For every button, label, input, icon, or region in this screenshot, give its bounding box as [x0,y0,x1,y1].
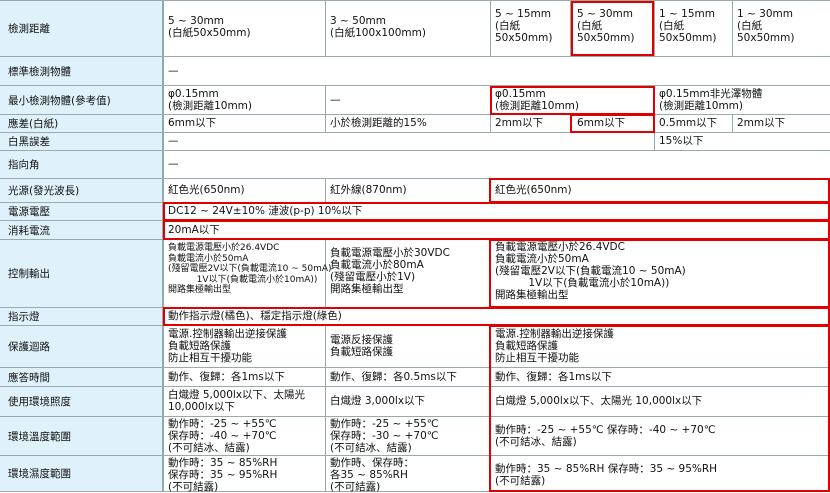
cell: 動作時：-25 ~ +55℃ 保存時：-30 ~ +70℃ (不可結冰、結露) [330,418,439,454]
cell: 2mm以下 [737,117,786,129]
cell: 3 ~ 50mm (白紙100x100mm) [330,15,426,39]
cell: 動作時：-25 ~ +55℃ 保存時：-40 ~ +70℃ (不可結冰、結露) [495,424,716,448]
cell: — [168,158,179,170]
row-label: 使用環境照度 [0,387,163,416]
cell: 5 ~ 30mm (白紙50x50mm) [168,15,251,39]
cell: 2mm以下 [495,117,544,129]
cell: 白熾燈 5,000lx以下、太陽光 10,000lx以下 [168,389,306,413]
cell: 0.5mm以下 [659,117,718,129]
row-label: 應答時間 [0,368,163,386]
cell: — [168,135,179,147]
cell: — [168,65,179,77]
row-label: 消耗電流 [0,221,163,239]
row-label: 檢測距離 [0,1,163,56]
cell: 15%以下 [659,135,704,147]
cell: — [330,94,341,106]
cell: 6mm以下 [577,117,626,129]
cell: 動作時：-25 ~ +55℃ 保存時：-40 ~ +70℃ (不可結冰、結露) [168,418,277,454]
cell: 1 ~ 30mm (白紙 50x50mm) [737,8,795,44]
row-label: 控制輸出 [0,240,163,307]
cell: 6mm以下 [168,117,217,129]
cell: 動作時：35 ~ 85%RH 保存時：35 ~ 95%RH (不可結露) [168,457,278,493]
cell: 負載電源電壓小於26.4VDC 負載電流小於50mA (殘留電壓2V以下(負載電… [168,243,332,296]
cell: 負載電源電壓小於30VDC 負載電流小於80mA (殘留電壓小於1V) 開路集極… [330,247,450,295]
cell: 白熾燈 3,000lx以下 [330,395,426,407]
row-label: 電源電壓 [0,203,163,220]
cell: DC12 ~ 24V±10% 漣波(p-p) 10%以下 [168,205,363,217]
cell: φ0.15mm非光澤物體 (檢測距離10mm) [659,88,763,112]
row-label: 最小檢測物體(參考值) [0,86,163,114]
row-label: 標準檢測物體 [0,57,163,85]
row-label: 應差(白紙) [0,115,163,132]
cell: 動作時：35 ~ 85%RH 保存時：35 ~ 95%RH (不可結露) [495,463,718,487]
row-label: 光源(發光波長) [0,179,163,202]
cell: 動作時、保存時： 各35 ~ 85%RH (不可結露) [330,457,414,493]
row-label: 指向角 [0,151,163,178]
cell: 動作、復歸：各1ms以下 [168,371,285,383]
cell: 20mA以下 [168,224,220,236]
row-label: 保護迴路 [0,326,163,367]
cell: 1 ~ 15mm (白紙 50x50mm) [659,8,717,44]
cell: 白熾燈 5,000lx以下、太陽光 10,000lx以下 [495,395,703,407]
cell: 電源反接保護 負載短路保護 [330,334,393,358]
row-label: 環境溫度範圍 [0,417,163,455]
row-label: 指示燈 [0,308,163,325]
cell: 負載電源電壓小於26.4VDC 負載電流小於50mA (殘留電壓2V以下(負載電… [495,241,686,301]
row-label: 白黑誤差 [0,133,163,150]
cell: 5 ~ 30mm (白紙 50x50mm) [577,8,635,44]
cell: 動作、復歸：各1ms以下 [495,371,612,383]
cell: 電源.控制器輸出逆接保護 負載短路保護 防止相互干擾功能 [168,328,287,364]
row-label: 環境濕度範圍 [0,456,163,491]
cell: 紅外線(870nm) [330,184,407,196]
cell: 5 ~ 15mm (白紙 50x50mm) [495,8,553,44]
cell: φ0.15mm (檢測距離10mm) [168,88,253,112]
cell: 電源.控制器輸出逆接保護 負載短路保護 防止相互干擾功能 [495,328,614,364]
cell: φ0.15mm (檢測距離10mm) [495,88,580,112]
cell: 動作指示燈(橘色)、穩定指示燈(綠色) [168,310,342,322]
cell: 紅色光(650nm) [168,184,245,196]
cell: 動作、復歸：各0.5ms以下 [330,371,457,383]
cell: 小於檢測距離的15% [330,117,427,129]
cell: 紅色光(650nm) [495,184,572,196]
